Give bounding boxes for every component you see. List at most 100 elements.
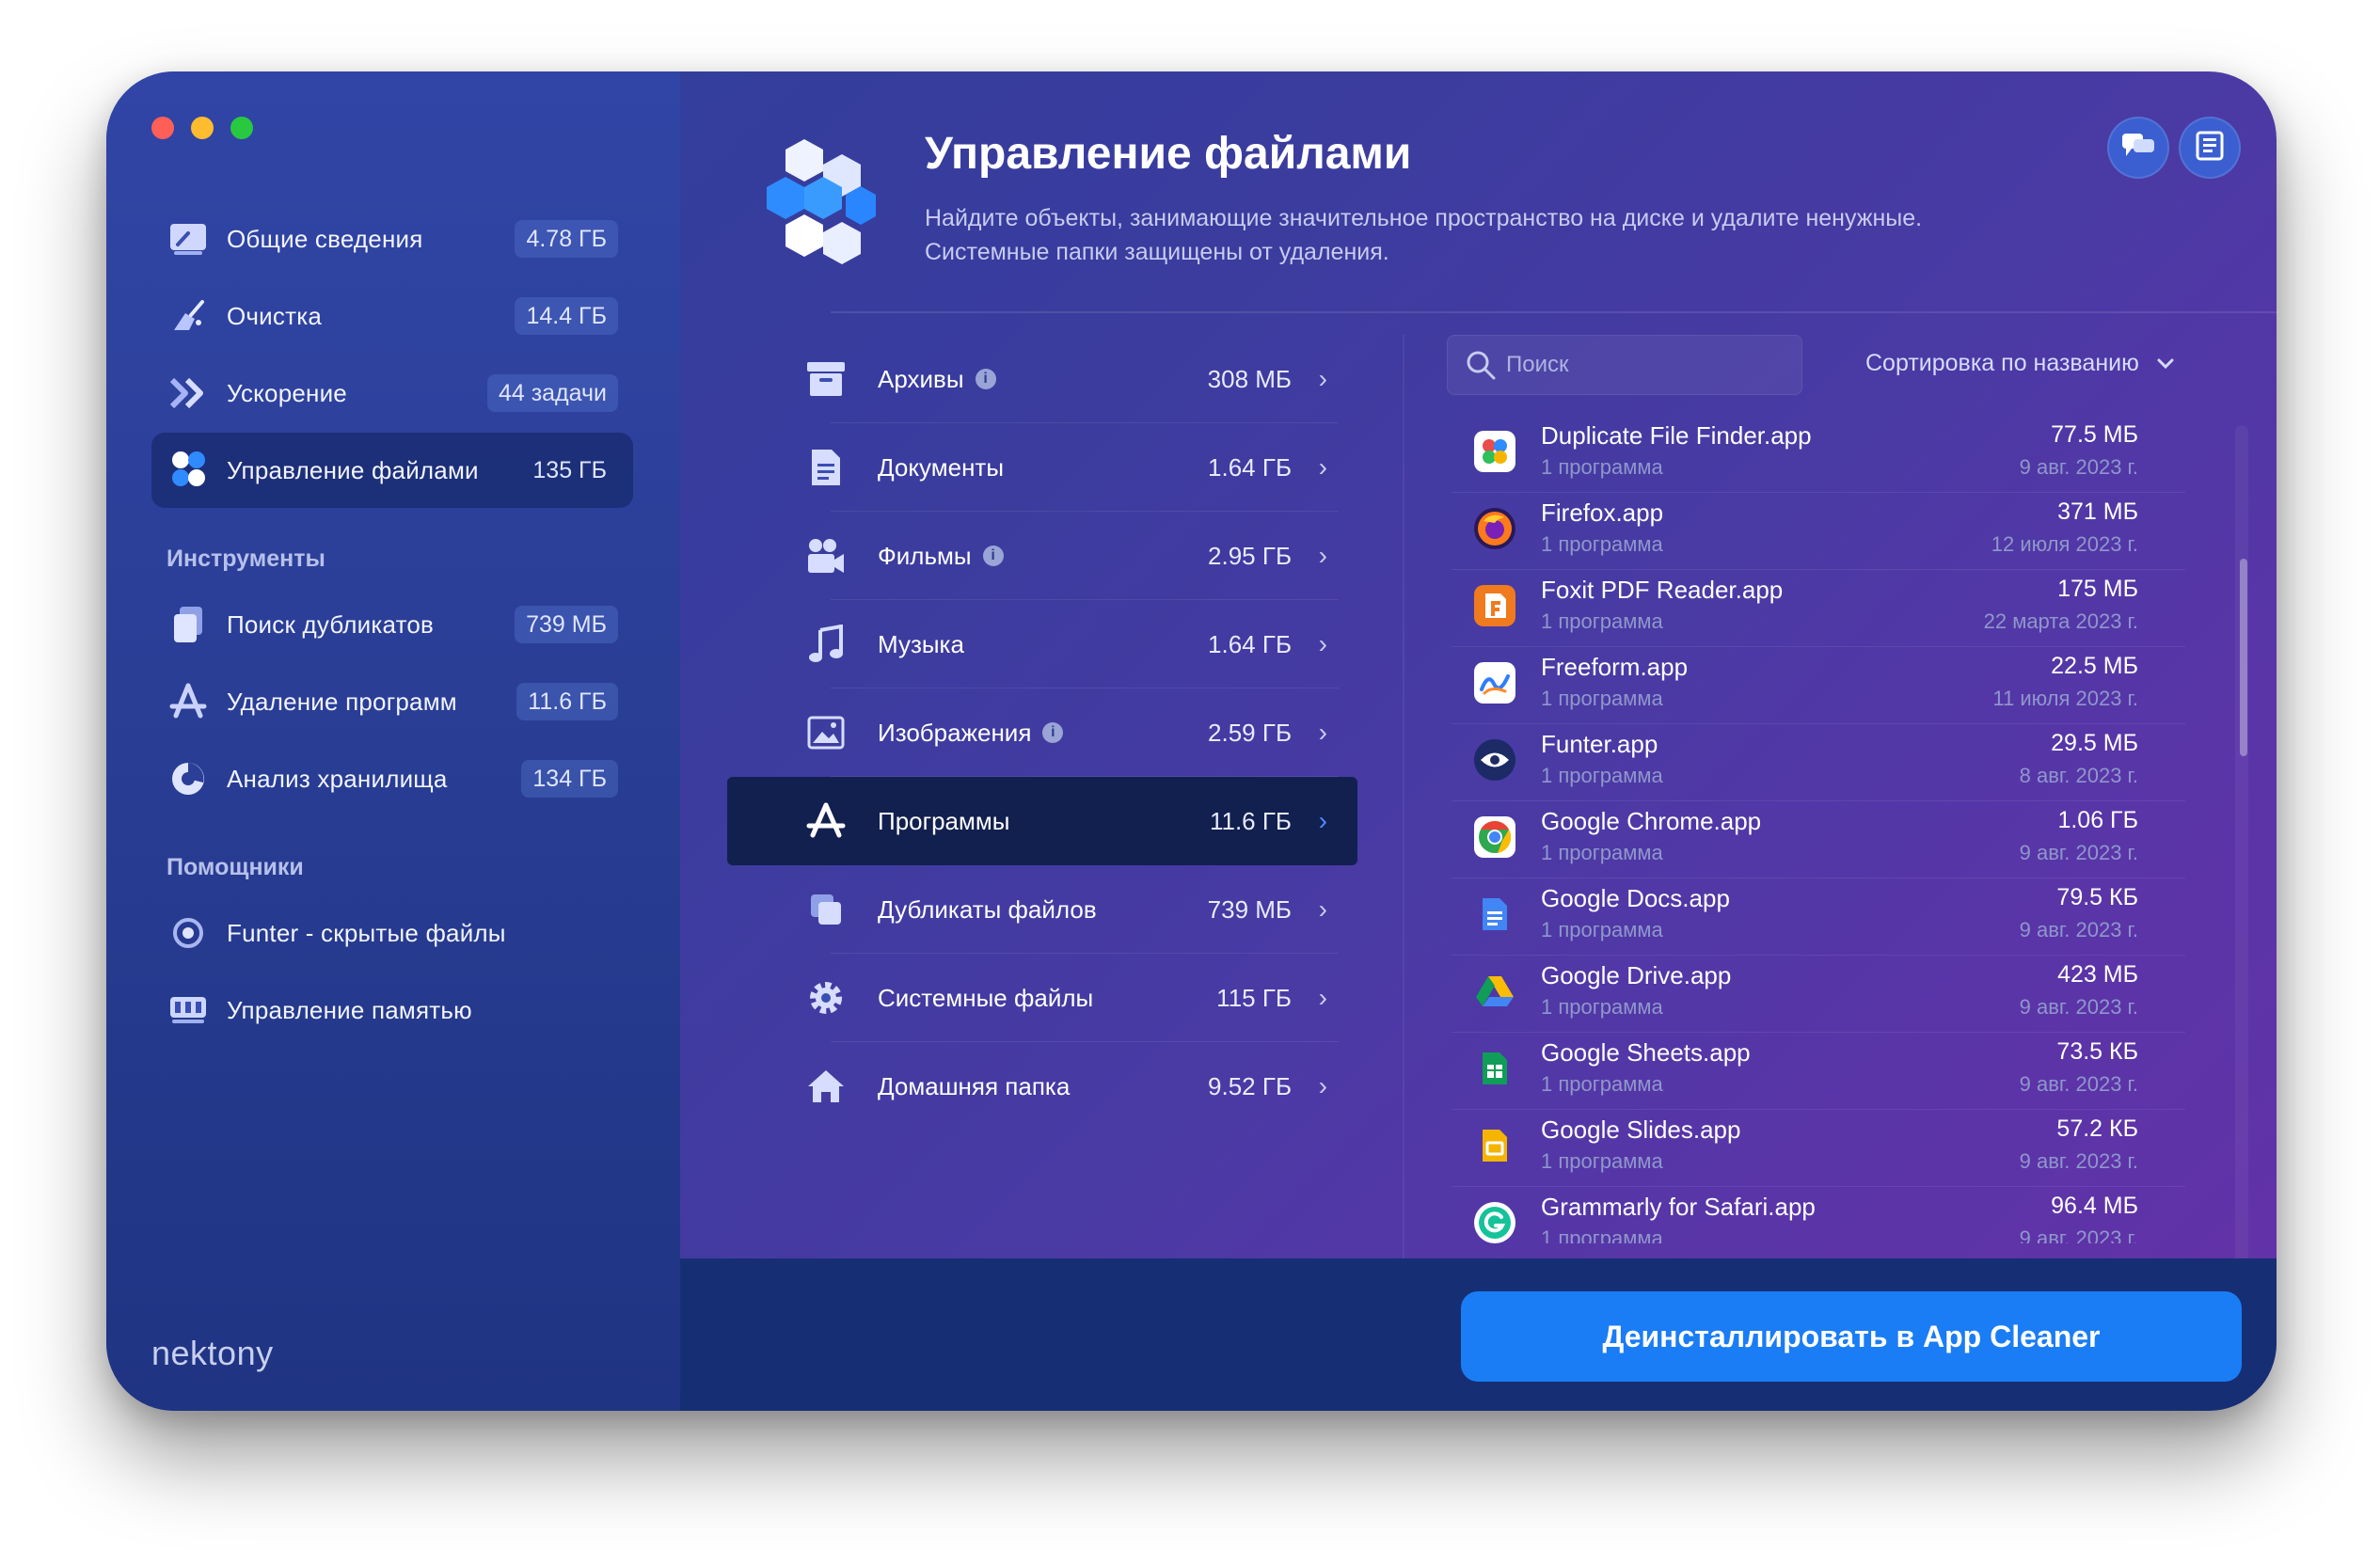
list-scrollbar[interactable] [2235, 425, 2248, 1290]
category-size: 1.64 ГБ [1208, 629, 1292, 658]
category-label: Программы [878, 806, 1010, 835]
double-chevron-icon [167, 372, 210, 415]
image-icon [802, 709, 849, 756]
list-item[interactable]: Google Sheets.app 1 программа 73.5 КБ 9 … [1452, 1033, 2185, 1110]
eye-target-icon [167, 911, 210, 955]
info-icon[interactable]: i [975, 369, 996, 389]
app-count: 1 программа [1541, 609, 1663, 633]
app-size: 96.4 МБ [2051, 1193, 2138, 1219]
sidebar-item-label: Удаление программ [227, 687, 457, 716]
category-size: 308 МБ [1207, 364, 1292, 393]
category-size: 739 МБ [1207, 894, 1292, 924]
app-date: 9 авг. 2023 г. [2019, 1226, 2138, 1243]
sidebar-item-uninstaller[interactable]: Удаление программ 11.6 ГБ [151, 664, 633, 739]
category-label: Музыка [878, 629, 964, 658]
sidebar-item-memory[interactable]: Управление памятью [151, 973, 633, 1048]
list-item[interactable]: Foxit PDF Reader.app 1 программа 175 МБ … [1452, 570, 2185, 647]
app-size: 73.5 КБ [2056, 1038, 2138, 1065]
list-item[interactable]: Firefox.app 1 программа 371 МБ 12 июля 2… [1452, 493, 2185, 570]
list-item[interactable]: Google Drive.app 1 программа 423 МБ 9 ав… [1452, 956, 2185, 1033]
app-date: 9 авг. 2023 г. [2019, 455, 2138, 479]
category-documents[interactable]: Документы 1.64 ГБ › [727, 423, 1357, 512]
archive-box-icon [802, 356, 849, 403]
sidebar-item-cleanup[interactable]: Очистка 14.4 ГБ [151, 278, 633, 354]
app-name: Duplicate File Finder.app [1541, 421, 1812, 450]
guide-button[interactable] [2179, 117, 2241, 179]
app-date: 9 авг. 2023 г. [2019, 841, 2138, 864]
header-divider [831, 311, 2277, 313]
list-item[interactable]: Google Docs.app 1 программа 79.5 КБ 9 ав… [1452, 878, 2185, 956]
chevron-right-icon: › [1318, 894, 1327, 924]
chat-bubbles-icon [2120, 132, 2156, 165]
category-size: 11.6 ГБ [1209, 806, 1292, 835]
chevron-right-icon: › [1318, 983, 1327, 1012]
pane-divider [1403, 335, 1404, 1313]
category-size: 9.52 ГБ [1208, 1071, 1292, 1100]
chevron-right-icon: › [1318, 718, 1327, 747]
zoom-window-button[interactable] [230, 117, 253, 139]
list-item[interactable]: Funter.app 1 программа 29.5 МБ 8 авг. 20… [1452, 724, 2185, 801]
list-item[interactable]: Freeform.app 1 программа 22.5 МБ 11 июля… [1452, 647, 2185, 724]
info-icon[interactable]: i [982, 546, 1004, 566]
app-count: 1 программа [1541, 532, 1663, 556]
app-size: 1.06 ГБ [2057, 807, 2138, 833]
chevron-right-icon: › [1318, 364, 1327, 393]
scrollbar-thumb[interactable] [2240, 559, 2247, 756]
list-item[interactable]: Google Chrome.app 1 программа 1.06 ГБ 9 … [1452, 801, 2185, 878]
app-count: 1 программа [1541, 1149, 1663, 1173]
uninstall-in-app-cleaner-button[interactable]: Деинсталлировать в App Cleaner [1461, 1291, 2242, 1382]
sidebar-item-label: Funter - скрытые файлы [227, 918, 506, 947]
app-count: 1 программа [1541, 455, 1663, 479]
subtitle-line: Системные папки защищены от удаления. [925, 239, 1389, 265]
category-system-files[interactable]: Системные файлы 115 ГБ › [727, 954, 1357, 1042]
category-duplicates[interactable]: Дубликаты файлов 739 МБ › [727, 865, 1357, 954]
search-box[interactable] [1447, 335, 1802, 395]
helpers-section-title: Помощники [167, 854, 304, 880]
sidebar-item-duplicates[interactable]: Поиск дубликатов 739 МБ [151, 587, 633, 662]
chevron-down-icon [2156, 350, 2175, 377]
sidebar-item-speedup[interactable]: Ускорение 44 задачи [151, 356, 633, 431]
app-date: 11 июля 2023 г. [1992, 687, 2138, 710]
close-window-button[interactable] [151, 117, 174, 139]
list-item[interactable]: Duplicate File Finder.app 1 программа 77… [1452, 416, 2185, 493]
brand-logo: nektony [151, 1334, 274, 1372]
app-size: 77.5 МБ [2051, 421, 2138, 448]
sidebar-item-funter[interactable]: Funter - скрытые файлы [151, 895, 633, 971]
feedback-button[interactable] [2107, 117, 2169, 179]
category-home-folder[interactable]: Домашняя папка 9.52 ГБ › [727, 1042, 1357, 1131]
sidebar-item-storage-analysis[interactable]: Анализ хранилища 134 ГБ [151, 741, 633, 816]
minimize-window-button[interactable] [191, 117, 214, 139]
category-label: Документы [878, 452, 1005, 482]
category-programs[interactable]: Программы 11.6 ГБ › [727, 777, 1357, 865]
sidebar-item-overview[interactable]: Общие сведения 4.78 ГБ [151, 201, 633, 277]
category-movies[interactable]: Фильмы i 2.95 ГБ › [727, 512, 1357, 600]
tools-section-title: Инструменты [167, 546, 325, 572]
app-name: Google Drive.app [1541, 961, 1732, 989]
sidebar-item-file-management[interactable]: Управление файлами 135 ГБ [151, 433, 633, 508]
sidebar-item-label: Управление файлами [227, 455, 479, 484]
sidebar-item-label: Анализ хранилища [227, 764, 448, 793]
info-icon[interactable]: i [1042, 722, 1064, 743]
list-item[interactable]: Google Slides.app 1 программа 57.2 КБ 9 … [1452, 1110, 2185, 1187]
freeform-app-icon [1474, 662, 1515, 704]
category-size: 2.95 ГБ [1208, 541, 1292, 570]
page-subtitle: Найдите объекты, занимающие значительное… [925, 201, 2101, 269]
app-date: 12 июля 2023 г. [1991, 532, 2138, 556]
sort-label: Сортировка по названию [1865, 350, 2139, 376]
search-input[interactable] [1506, 352, 1788, 378]
grammarly-app-icon [1474, 1202, 1515, 1243]
size-badge: 14.4 ГБ [515, 297, 618, 335]
list-item[interactable]: Grammarly for Safari.app 1 программа 96.… [1452, 1187, 2185, 1243]
app-size: 175 МБ [2057, 576, 2138, 602]
sort-dropdown[interactable]: Сортировка по названию [1865, 350, 2175, 377]
category-images[interactable]: Изображения i 2.59 ГБ › [727, 688, 1357, 777]
chevron-right-icon: › [1318, 806, 1327, 835]
category-music[interactable]: Музыка 1.64 ГБ › [727, 600, 1357, 688]
app-window: Общие сведения 4.78 ГБ Очистка 14.4 ГБ У… [106, 71, 2277, 1411]
app-name: Google Chrome.app [1541, 807, 1762, 835]
app-size: 22.5 МБ [2051, 653, 2138, 679]
app-name: Google Docs.app [1541, 884, 1730, 912]
document-icon [2196, 131, 2224, 166]
category-archives[interactable]: Архивы i 308 МБ › [727, 335, 1357, 423]
gear-icon [802, 974, 849, 1021]
